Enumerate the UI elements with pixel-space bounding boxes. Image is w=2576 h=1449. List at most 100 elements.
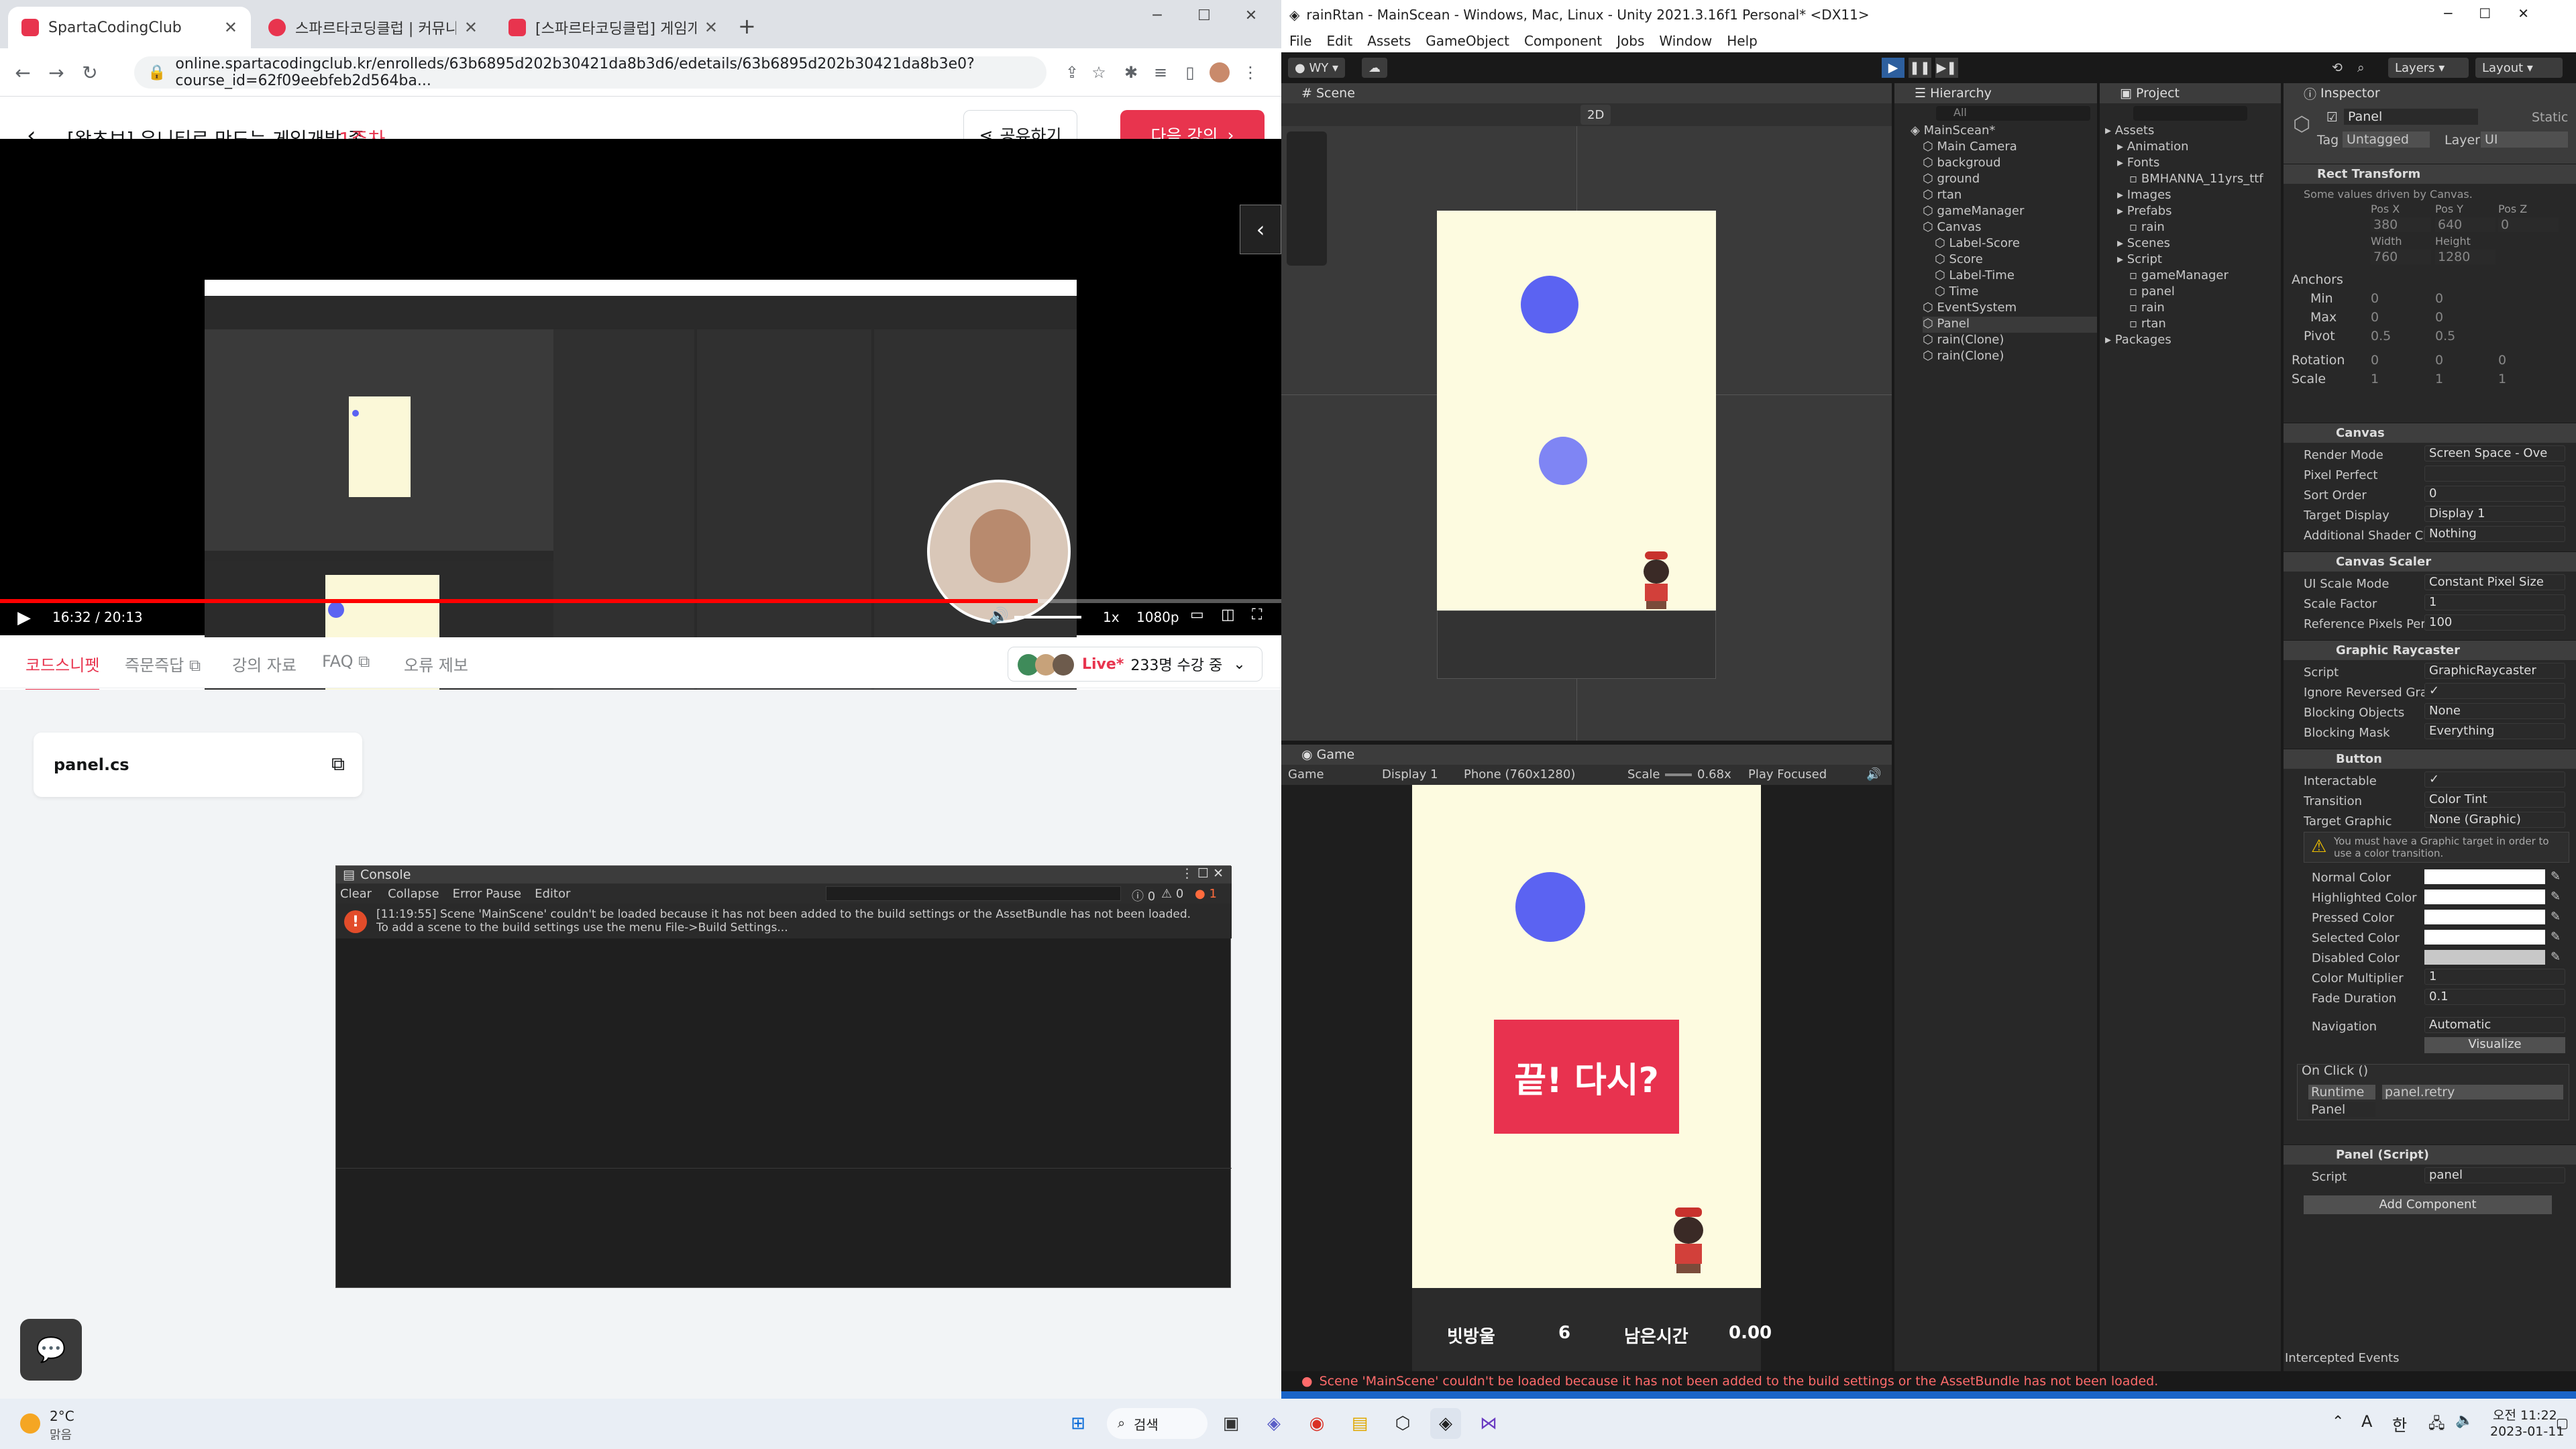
- tab-instant-qa[interactable]: 즉문즉답 ⧉: [125, 652, 201, 676]
- play-icon[interactable]: ▶: [17, 608, 31, 628]
- 2d-toggle[interactable]: 2D: [1580, 105, 1611, 125]
- browser-menu-icon[interactable]: ⋮: [1238, 60, 1263, 85]
- video-player[interactable]: ‹: [0, 139, 1281, 743]
- button-component-header[interactable]: Button: [2284, 749, 2576, 769]
- tab-spartacodingclub[interactable]: SpartaCodingClub ✕: [8, 7, 251, 48]
- profile-avatar[interactable]: [1208, 60, 1232, 85]
- volume-icon[interactable]: 🔊: [989, 606, 1009, 625]
- tree-item[interactable]: ⬡ rain(Clone): [1923, 349, 2004, 365]
- target-object-field[interactable]: Panel: [2308, 1102, 2375, 1117]
- network-icon[interactable]: 🖧: [2428, 1412, 2445, 1438]
- color-swatch[interactable]: [2424, 950, 2545, 965]
- maximize-icon[interactable]: ☐: [1181, 0, 1228, 31]
- search-icon[interactable]: ⌕: [2357, 60, 2365, 75]
- tab-community[interactable]: 스파르타코딩클럽 | 커뮤니티 ✕: [255, 7, 491, 48]
- tree-item[interactable]: ⬡ EventSystem: [1923, 301, 2017, 317]
- resolution-dropdown[interactable]: Phone (760x1280): [1464, 767, 1575, 782]
- game-screen[interactable]: 끝! 다시? 빗방울 6 남은시간 0.00: [1412, 785, 1772, 1375]
- color-swatch[interactable]: [2424, 890, 2545, 904]
- error-count[interactable]: ● 1: [1195, 887, 1217, 901]
- display-dropdown[interactable]: Display 1: [1382, 767, 1438, 782]
- runtime-dropdown[interactable]: Runtime: [2308, 1085, 2375, 1099]
- volume-tray-icon[interactable]: 🔈: [2455, 1412, 2473, 1429]
- tree-item[interactable]: ▫ gameManager: [2129, 268, 2229, 284]
- tab-course[interactable]: [스파르타코딩클럽] 게임개발 종 ✕: [495, 7, 731, 48]
- field-value[interactable]: 0: [2424, 486, 2565, 502]
- menu-jobs[interactable]: Jobs: [1617, 33, 1644, 49]
- clock-date[interactable]: 2023-01-11: [2490, 1424, 2564, 1439]
- tray-overflow-icon[interactable]: ⌃: [2332, 1413, 2344, 1430]
- tree-item[interactable]: ▫ rain: [2129, 301, 2165, 317]
- subtitles-icon[interactable]: ▭: [1190, 606, 1204, 623]
- pip-icon[interactable]: ◫: [1221, 606, 1235, 623]
- volume-slider[interactable]: [1014, 616, 1081, 619]
- field-value[interactable]: [2424, 466, 2565, 482]
- menu-assets[interactable]: Assets: [1367, 33, 1411, 49]
- code-snippet-card[interactable]: panel.cs ⧉: [34, 733, 362, 797]
- navigation-field[interactable]: Automatic: [2424, 1017, 2565, 1033]
- unity-window-controls[interactable]: ─☐✕: [2444, 5, 2556, 21]
- game-tab[interactable]: ◉ Game: [1281, 745, 1892, 765]
- log-count[interactable]: ⓘ 0: [1132, 887, 1155, 904]
- notification-icon[interactable]: ▢: [2556, 1415, 2569, 1431]
- tab-code-snippet[interactable]: 코드스니펫: [25, 652, 100, 692]
- extensions-icon[interactable]: ✱: [1119, 60, 1143, 85]
- ime-language-indicator[interactable]: 한: [2392, 1412, 2407, 1436]
- playback-speed[interactable]: 1x: [1103, 609, 1120, 625]
- cloud-icon[interactable]: ☁: [1362, 58, 1387, 78]
- eyedropper-icon[interactable]: ✎: [2551, 950, 2561, 964]
- tree-item[interactable]: ⬡ Label-Time: [1935, 268, 2015, 284]
- tree-item[interactable]: ⬡ Canvas: [1923, 220, 1982, 236]
- tree-item[interactable]: ▸ Script: [2117, 252, 2162, 268]
- field-value[interactable]: Color Tint: [2424, 792, 2565, 808]
- hierarchy-search-input[interactable]: All: [1936, 106, 2090, 121]
- retry-button[interactable]: 끝! 다시?: [1494, 1020, 1679, 1134]
- close-icon[interactable]: ✕: [464, 18, 478, 37]
- tree-item[interactable]: ⬡ gameManager: [1923, 204, 2024, 220]
- unity-status-bar[interactable]: ● Scene 'MainScene' couldn't be loaded b…: [1281, 1371, 2576, 1391]
- tree-item[interactable]: ⬡ rain(Clone): [1923, 333, 2004, 349]
- project-search-input[interactable]: [2133, 106, 2247, 121]
- field-value[interactable]: GraphicRaycaster: [2424, 663, 2565, 679]
- ime-mode-indicator[interactable]: A: [2361, 1412, 2372, 1431]
- start-windows-icon[interactable]: ⊞: [1063, 1408, 1093, 1439]
- field-value[interactable]: Screen Space - Ove: [2424, 445, 2565, 462]
- tree-item[interactable]: ▸ Fonts: [2117, 156, 2159, 172]
- intercepted-events-label[interactable]: Intercepted Events: [2285, 1351, 2399, 1365]
- field-value[interactable]: ✓: [2424, 683, 2565, 699]
- tree-item[interactable]: ⬡ ground: [1923, 172, 1980, 188]
- close-icon[interactable]: ✕: [704, 18, 718, 37]
- play-focused-dropdown[interactable]: Play Focused: [1748, 767, 1827, 782]
- tree-item[interactable]: ▫ panel: [2129, 284, 2175, 301]
- field-value[interactable]: Display 1: [2424, 506, 2565, 522]
- menu-gameobject[interactable]: GameObject: [1426, 33, 1509, 49]
- task-view-icon[interactable]: ▣: [1216, 1408, 1246, 1439]
- scale-slider[interactable]: [1665, 773, 1692, 776]
- panel-script-header[interactable]: Panel (Script): [2284, 1144, 2576, 1165]
- reload-icon[interactable]: ↻: [76, 59, 103, 86]
- history-icon[interactable]: ⟲: [2332, 60, 2343, 75]
- scene-canvas[interactable]: [1281, 126, 1892, 741]
- tree-item[interactable]: ◈ MainScean*: [1911, 123, 1995, 140]
- collapse-button[interactable]: Collapse: [388, 887, 439, 901]
- color-swatch[interactable]: [2424, 930, 2545, 945]
- url-bar[interactable]: 🔒 online.spartacodingclub.kr/enrolleds/6…: [134, 56, 1046, 89]
- editor-dropdown[interactable]: Editor: [535, 887, 570, 901]
- tree-item[interactable]: ⬡ backgroud: [1923, 156, 2001, 172]
- pause-button[interactable]: ❚❚: [1909, 58, 1931, 78]
- tree-item[interactable]: ▸ Assets: [2105, 123, 2154, 140]
- tree-item[interactable]: ▸ Scenes: [2117, 236, 2170, 252]
- live-viewers-badge[interactable]: Live* 233명 수강 중 ⌄: [1008, 647, 1263, 682]
- tree-item[interactable]: ▸ Images: [2117, 188, 2171, 204]
- share-page-icon[interactable]: ⇪: [1060, 60, 1084, 85]
- canvas-component-header[interactable]: Canvas: [2284, 423, 2576, 443]
- eyedropper-icon[interactable]: ✎: [2551, 930, 2561, 944]
- graphic-raycaster-header[interactable]: Graphic Raycaster: [2284, 640, 2576, 660]
- tree-item[interactable]: ⬡ rtan: [1923, 188, 1962, 204]
- teams-chat-icon[interactable]: ◈: [1258, 1408, 1289, 1439]
- tree-item[interactable]: ▫ BMHANNA_11yrs_ttf: [2129, 172, 2263, 188]
- warning-count[interactable]: ⚠ 0: [1161, 887, 1183, 901]
- field-value[interactable]: 1: [2424, 594, 2565, 610]
- color-swatch[interactable]: [2424, 869, 2545, 884]
- console-close-icon[interactable]: ⋮ ☐ ✕: [1181, 866, 1224, 881]
